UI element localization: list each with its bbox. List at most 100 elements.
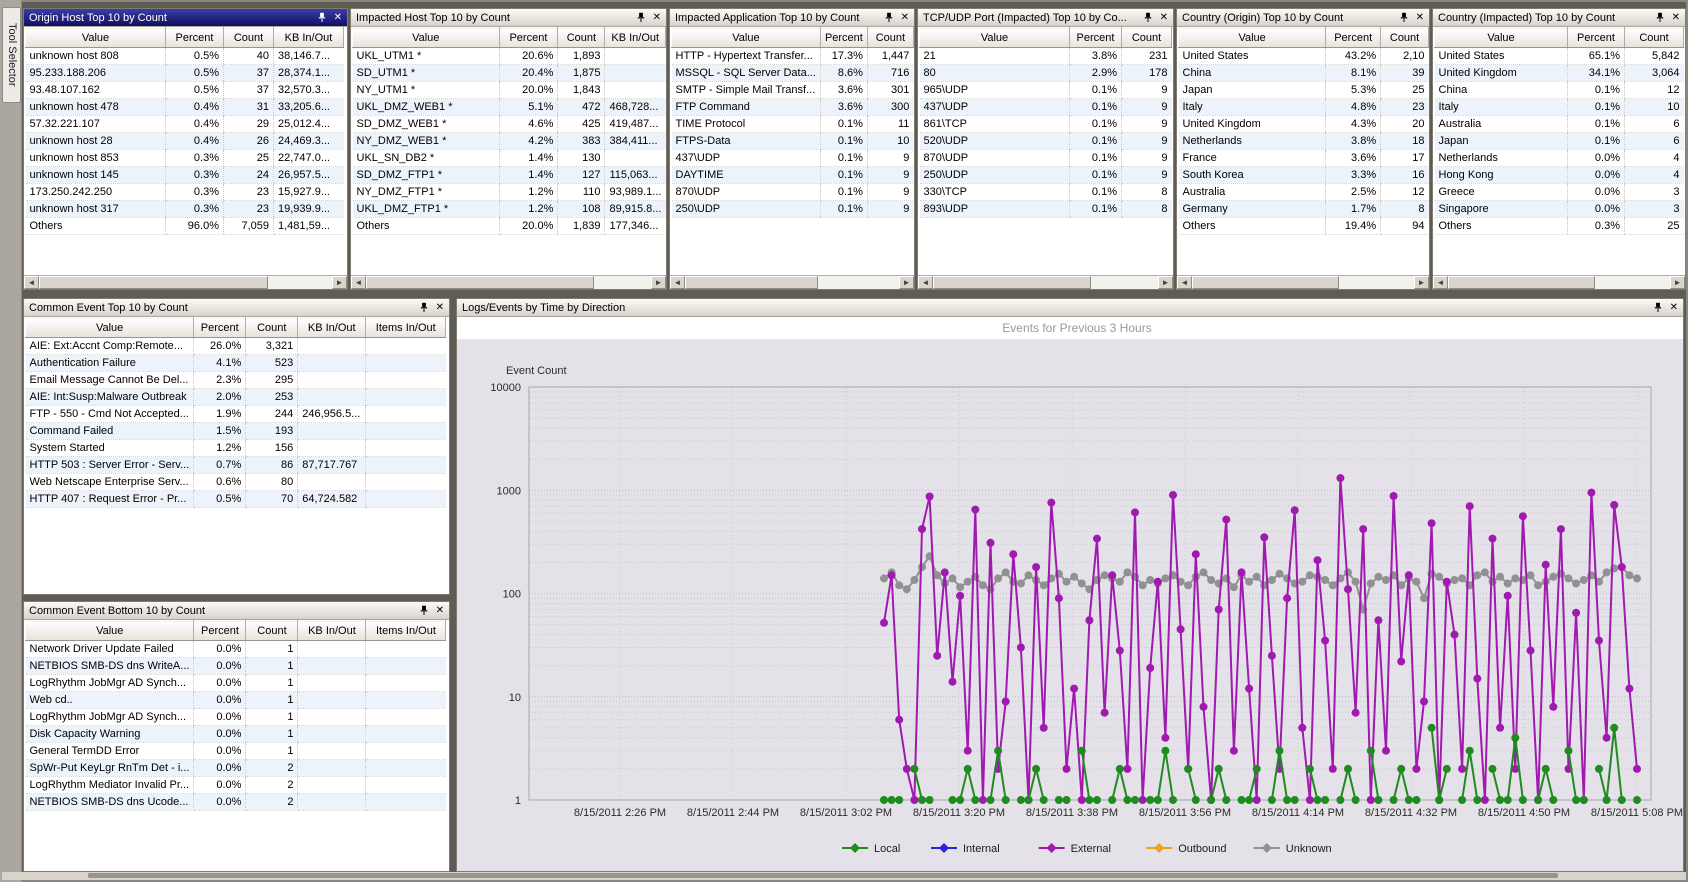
table-row[interactable]: 250\UDP0.1%9 [920, 167, 1172, 184]
close-icon[interactable]: ✕ [1670, 303, 1678, 313]
close-icon[interactable]: ✕ [334, 13, 342, 23]
table-row[interactable]: UKL_DMZ_FTP1 *1.2%10889,915.8... [353, 201, 666, 218]
table-row[interactable]: China0.1%12 [1435, 82, 1684, 99]
table-row[interactable]: Others0.3%25 [1435, 218, 1684, 235]
column-header[interactable]: Percent [1568, 28, 1625, 48]
close-icon[interactable]: ✕ [1416, 13, 1424, 23]
scroll-right-icon[interactable]: ► [1670, 276, 1685, 289]
column-header[interactable]: Percent [1326, 28, 1381, 48]
table-row[interactable]: France3.6%17 [1179, 150, 1429, 167]
horizontal-scrollbar[interactable]: ◄► [918, 275, 1173, 289]
scroll-left-icon[interactable]: ◄ [351, 276, 366, 289]
scrollbar-track[interactable] [39, 276, 332, 289]
table-row[interactable]: NETBIOS SMB-DS dns Ucode...0.0%2 [26, 794, 446, 811]
scrollbar-thumb[interactable] [1192, 276, 1339, 289]
horizontal-scrollbar[interactable]: ◄► [1177, 275, 1429, 289]
table-row[interactable]: United Kingdom4.3%20 [1179, 116, 1429, 133]
table-row[interactable]: United States65.1%5,842 [1435, 48, 1684, 65]
table-row[interactable]: SD_UTM1 *20.4%1,875 [353, 65, 666, 82]
table-row[interactable]: Command Failed1.5%193 [26, 423, 446, 440]
scrollbar-track[interactable] [1448, 276, 1670, 289]
scroll-left-icon[interactable]: ◄ [24, 276, 39, 289]
column-header[interactable]: KB In/Out [298, 318, 366, 338]
close-icon[interactable]: ✕ [901, 13, 909, 23]
table-row[interactable]: 870\UDP0.1%9 [672, 184, 914, 201]
scroll-right-icon[interactable]: ► [651, 276, 666, 289]
table-row[interactable]: Singapore0.0%3 [1435, 201, 1684, 218]
table-row[interactable]: Web Netscape Enterprise Serv...0.6%80 [26, 474, 446, 491]
table-row[interactable]: United States43.2%2,10 [1179, 48, 1429, 65]
column-header[interactable]: Count [867, 28, 913, 48]
table-row[interactable]: System Started1.2%156 [26, 440, 446, 457]
table-row[interactable]: Greece0.0%3 [1435, 184, 1684, 201]
column-header[interactable]: Value [26, 318, 194, 338]
column-header[interactable]: Percent [820, 28, 867, 48]
scroll-left-icon[interactable]: ◄ [918, 276, 933, 289]
horizontal-scrollbar[interactable]: ◄► [24, 275, 347, 289]
table-row[interactable]: HTTP - Hypertext Transfer...17.3%1,447 [672, 48, 914, 65]
pin-icon[interactable] [1143, 12, 1153, 23]
table-row[interactable]: NETBIOS SMB-DS dns WriteA...0.0%1 [26, 658, 446, 675]
window-bottom-scrollbar[interactable] [2, 872, 1686, 880]
scrollbar-track[interactable] [933, 276, 1158, 289]
table-row[interactable]: 861\TCP0.1%9 [920, 116, 1172, 133]
column-header[interactable]: Value [1179, 28, 1326, 48]
table-row[interactable]: HTTP 407 : Request Error - Pr...0.5%7064… [26, 491, 446, 508]
column-header[interactable]: Count [246, 621, 298, 641]
column-header[interactable]: KB In/Out [605, 28, 666, 48]
close-icon[interactable]: ✕ [1672, 13, 1680, 23]
table-row[interactable]: 870\UDP0.1%9 [920, 150, 1172, 167]
table-row[interactable]: FTPS-Data0.1%10 [672, 133, 914, 150]
scrollbar-thumb[interactable] [1448, 276, 1595, 289]
column-header[interactable]: Percent [194, 621, 246, 641]
table-row[interactable]: NY_UTM1 *20.0%1,843 [353, 82, 666, 99]
column-header[interactable]: Count [558, 28, 605, 48]
table-row[interactable]: NY_DMZ_WEB1 *4.2%383384,411... [353, 133, 666, 150]
table-row[interactable]: 520\UDP0.1%9 [920, 133, 1172, 150]
table-row[interactable]: SD_DMZ_FTP1 *1.4%127115,063... [353, 167, 666, 184]
scroll-left-icon[interactable]: ◄ [1177, 276, 1192, 289]
scroll-right-icon[interactable]: ► [899, 276, 914, 289]
table-row[interactable]: UKL_SN_DB2 *1.4%130 [353, 150, 666, 167]
pin-icon[interactable] [317, 12, 327, 23]
column-header[interactable]: Value [920, 28, 1070, 48]
table-row[interactable]: Authentication Failure4.1%523 [26, 355, 446, 372]
table-row[interactable]: SMTP - Simple Mail Transf...3.6%301 [672, 82, 914, 99]
scroll-right-icon[interactable]: ► [332, 276, 347, 289]
table-row[interactable]: LogRhythm JobMgr AD Synch...0.0%1 [26, 675, 446, 692]
column-header[interactable]: Count [1625, 28, 1684, 48]
close-icon[interactable]: ✕ [436, 606, 444, 616]
table-row[interactable]: unknown host 8530.3%2522,747.0... [26, 150, 344, 167]
pin-icon[interactable] [884, 12, 894, 23]
column-header[interactable]: Count [1381, 28, 1429, 48]
horizontal-scrollbar[interactable]: ◄► [351, 275, 666, 289]
scrollbar-thumb[interactable] [685, 276, 818, 289]
table-row[interactable]: Others96.0%7,0591,481,59... [26, 218, 344, 235]
table-row[interactable]: LogRhythm Mediator Invalid Pr...0.0%2 [26, 777, 446, 794]
column-header[interactable]: KB In/Out [298, 621, 366, 641]
column-header[interactable]: Percent [499, 28, 558, 48]
column-header[interactable]: Count [224, 28, 274, 48]
table-row[interactable]: NY_DMZ_FTP1 *1.2%11093,989.1... [353, 184, 666, 201]
table-row[interactable]: DAYTIME0.1%9 [672, 167, 914, 184]
table-row[interactable]: unknown host 280.4%2624,469.3... [26, 133, 344, 150]
column-header[interactable]: Value [26, 28, 166, 48]
table-row[interactable]: unknown host 8080.5%4038,146.7... [26, 48, 344, 65]
table-row[interactable]: Network Driver Update Failed0.0%1 [26, 641, 446, 658]
table-row[interactable]: UKL_UTM1 *20.6%1,893 [353, 48, 666, 65]
column-header[interactable]: Count [1122, 28, 1172, 48]
scrollbar-track[interactable] [366, 276, 651, 289]
table-row[interactable]: FTP - 550 - Cmd Not Accepted...1.9%24424… [26, 406, 446, 423]
scrollbar-track[interactable] [1192, 276, 1414, 289]
pin-icon[interactable] [1655, 12, 1665, 23]
column-header[interactable]: Items In/Out [366, 621, 446, 641]
pin-icon[interactable] [1653, 302, 1663, 313]
scroll-right-icon[interactable]: ► [1414, 276, 1429, 289]
table-row[interactable]: MSSQL - SQL Server Data...8.6%716 [672, 65, 914, 82]
column-header[interactable]: Value [353, 28, 500, 48]
table-row[interactable]: 893\UDP0.1%8 [920, 201, 1172, 218]
close-icon[interactable]: ✕ [1160, 13, 1168, 23]
table-row[interactable]: 93.48.107.1620.5%3732,570.3... [26, 82, 344, 99]
table-row[interactable]: 965\UDP0.1%9 [920, 82, 1172, 99]
scrollbar-thumb[interactable] [933, 276, 1091, 289]
